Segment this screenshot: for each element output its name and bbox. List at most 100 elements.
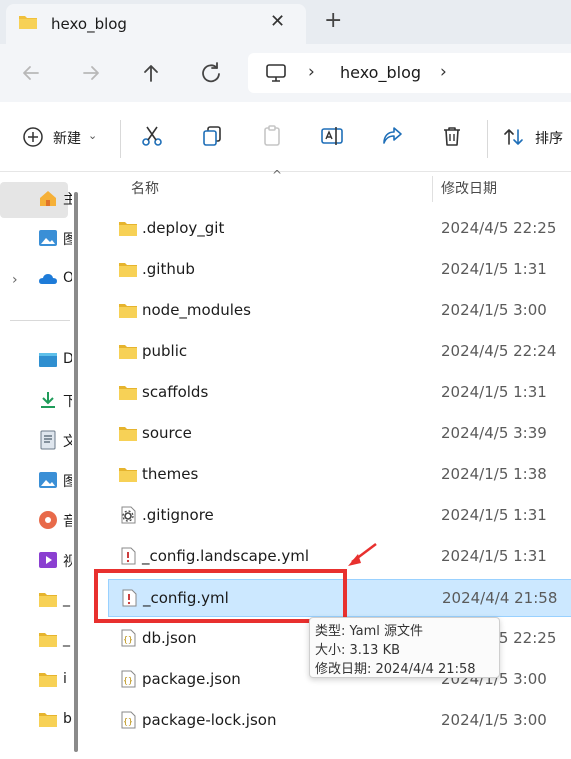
tab-hexo-blog[interactable]: hexo_blog ✕ [6, 4, 306, 44]
svg-text:{}: {} [123, 635, 133, 644]
delete-icon[interactable] [440, 124, 464, 148]
file-name: .github [142, 260, 195, 278]
chevron-down-icon: ⌄ [88, 129, 98, 142]
highlight-box [94, 569, 347, 623]
nav-item[interactable]: 图 [38, 470, 72, 492]
nav-item-label: 下 [63, 394, 72, 410]
file-tooltip: 类型: Yaml 源文件 大小: 3.13 KB 修改日期: 2024/4/4 … [309, 617, 500, 678]
file-modified-date: 2024/1/5 3:00 [441, 301, 547, 319]
refresh-icon[interactable] [198, 60, 224, 86]
file-name: _config.landscape.yml [142, 547, 309, 565]
nav-item[interactable]: D [38, 350, 72, 372]
toolbar-divider [487, 120, 488, 158]
folder-icon [118, 465, 138, 483]
column-header-modified[interactable]: 修改日期 [441, 178, 497, 198]
file-modified-date: 2024/4/5 22:25 [441, 219, 557, 237]
breadcrumb-hexo-blog[interactable]: hexo_blog [340, 63, 421, 82]
file-row[interactable]: {} package-lock.json 2024/1/5 3:00 [108, 702, 571, 740]
folder-icon [118, 260, 138, 278]
new-tab-button[interactable]: + [324, 9, 342, 33]
file-name: .gitignore [142, 506, 214, 524]
close-tab-icon[interactable]: ✕ [270, 12, 285, 32]
file-modified-date: 2024/4/4 21:58 [442, 589, 558, 607]
nav-item-label: 文 [63, 434, 72, 450]
file-row[interactable]: source 2024/4/5 3:39 [108, 415, 571, 453]
paste-icon[interactable] [260, 124, 284, 148]
file-row[interactable]: .github 2024/1/5 1:31 [108, 251, 571, 289]
videos-icon [38, 550, 58, 570]
download-icon [38, 390, 58, 410]
file-row[interactable]: node_modules 2024/1/5 3:00 [108, 292, 571, 330]
share-icon[interactable] [380, 124, 404, 148]
nav-item-label: 视 [63, 554, 72, 570]
up-arrow-icon[interactable] [138, 60, 164, 86]
nav-item[interactable]: 视 [38, 550, 72, 572]
tooltip-modified: 修改日期: 2024/4/4 21:58 [315, 662, 476, 677]
settings-file-icon [118, 506, 138, 524]
file-name: source [142, 424, 192, 442]
nav-item-label: b [63, 711, 72, 727]
copy-icon[interactable] [200, 124, 224, 148]
cut-icon[interactable] [140, 124, 164, 148]
file-modified-date: 2024/1/5 3:00 [441, 711, 547, 729]
folder-icon [38, 670, 58, 690]
column-header-name[interactable]: 名称 [131, 178, 159, 198]
nav-item-label: 主 [63, 192, 72, 208]
forward-arrow-icon[interactable] [78, 60, 104, 86]
file-name: package-lock.json [142, 711, 277, 729]
nav-item-label: _ [63, 591, 70, 607]
nav-item[interactable]: 主 [38, 188, 72, 210]
nav-item[interactable]: 下 [38, 390, 72, 412]
pictures-icon [38, 470, 58, 490]
tab-title: hexo_blog [51, 15, 127, 33]
sort-button-label: 排序 [535, 131, 563, 147]
nav-item[interactable]: b [38, 710, 72, 732]
yaml-file-icon [118, 547, 138, 565]
file-row[interactable]: public 2024/4/5 22:24 [108, 333, 571, 371]
file-row[interactable]: themes 2024/1/5 1:38 [108, 456, 571, 494]
json-file-icon: {} [118, 711, 138, 729]
file-name: package.json [142, 670, 241, 688]
nav-item[interactable]: _ [38, 590, 72, 612]
folder-icon [19, 16, 37, 29]
json-file-icon: {} [118, 629, 138, 647]
nav-item[interactable]: O [38, 269, 72, 291]
nav-scrollbar[interactable] [74, 192, 78, 752]
folder-icon [38, 710, 58, 730]
breadcrumb-chevron-icon[interactable]: › [440, 62, 447, 82]
nav-item-label: _ [63, 631, 70, 647]
file-name: .deploy_git [142, 219, 225, 237]
home-icon [38, 188, 58, 208]
nav-item-label: i [63, 671, 67, 687]
breadcrumb-chevron-icon[interactable]: › [308, 62, 315, 82]
expand-chevron-icon[interactable]: › [12, 272, 18, 288]
file-modified-date: 2024/4/5 22:24 [441, 342, 557, 360]
column-divider[interactable] [432, 176, 433, 202]
toolbar-divider [120, 120, 121, 158]
file-row[interactable]: .deploy_git 2024/4/5 22:25 [108, 210, 571, 248]
documents-icon [38, 430, 58, 450]
nav-item[interactable]: i [38, 670, 72, 692]
file-name: public [142, 342, 188, 360]
onedrive-icon [38, 269, 58, 289]
nav-item-label: O [63, 270, 72, 286]
nav-item[interactable]: _ [38, 630, 72, 652]
back-arrow-icon[interactable] [18, 60, 44, 86]
file-name: node_modules [142, 301, 251, 319]
nav-item[interactable]: 文 [38, 430, 72, 452]
folder-icon [38, 630, 58, 650]
nav-item[interactable]: 图 [38, 228, 72, 250]
nav-item[interactable]: 音 [38, 510, 72, 532]
file-row[interactable]: scaffolds 2024/1/5 1:31 [108, 374, 571, 412]
navigation-pane: › 主图 O D 下文图音视 _ _ i b [0, 172, 72, 759]
file-row[interactable]: .gitignore 2024/1/5 1:31 [108, 497, 571, 535]
new-button-label: 新建 [53, 131, 81, 147]
file-name: db.json [142, 629, 197, 647]
nav-divider [10, 320, 70, 321]
rename-icon[interactable] [320, 124, 344, 148]
folder-icon [118, 219, 138, 237]
plus-circle-icon [23, 127, 43, 147]
address-bar[interactable]: › hexo_blog › [248, 53, 571, 93]
file-modified-date: 2024/4/5 3:39 [441, 424, 547, 442]
folder-icon [118, 301, 138, 319]
